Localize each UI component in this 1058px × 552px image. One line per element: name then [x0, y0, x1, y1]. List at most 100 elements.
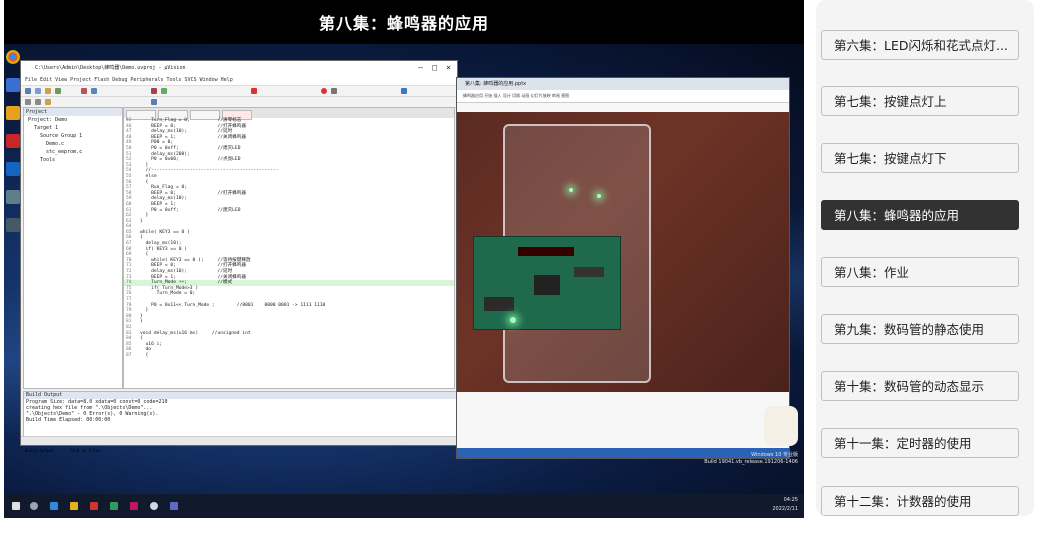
- playlist-item[interactable]: 第十二集：计数器的使用: [821, 486, 1019, 516]
- playlist-item[interactable]: 第七集：按键点灯上: [821, 86, 1019, 116]
- ide-status-bar: Build Output Find in Files: [21, 436, 457, 453]
- playlist-item[interactable]: 第十一集：定时器的使用: [821, 428, 1019, 458]
- maximize-icon[interactable]: □: [432, 61, 437, 75]
- code-text: delay_ms(10);: [140, 196, 188, 202]
- tree-item[interactable]: Project: Demo: [24, 116, 122, 124]
- toolbar-icon[interactable]: [401, 88, 407, 94]
- desktop-icons: [6, 50, 20, 246]
- app-icon[interactable]: [150, 502, 158, 510]
- app-icon: [6, 162, 20, 176]
- editor-tabs: [124, 108, 454, 120]
- wps-icon[interactable]: [90, 502, 98, 510]
- tree-item[interactable]: Tools: [24, 156, 122, 164]
- video-player[interactable]: 第八集：蜂鸣器的应用 C:\Users\Admin\Desktop\蜂鸣器\De…: [4, 0, 804, 518]
- project-pane-header: Project: [24, 108, 122, 116]
- video-title: 第八集：蜂鸣器的应用: [4, 0, 804, 44]
- code-text: delay_ms(10); //延时: [140, 129, 233, 135]
- code-text: {: [140, 252, 149, 258]
- code-editor[interactable]: 45 Turn_Flag = 0; //清零标志 46 BEEP = 0; //打…: [123, 107, 455, 389]
- search-icon[interactable]: [30, 502, 38, 510]
- code-text: Run_Flag = 0;: [140, 185, 188, 191]
- playlist-item[interactable]: 第八集：作业: [821, 257, 1019, 287]
- ide-toolbar: [21, 86, 457, 97]
- playlist-item[interactable]: 第九集：数码管的静态使用: [821, 314, 1019, 344]
- playlist-item[interactable]: 第十集：数码管的动态显示: [821, 371, 1019, 401]
- tree-item[interactable]: Source Group 1: [24, 132, 122, 140]
- code-text: {: [140, 352, 149, 358]
- ide-title: C:\Users\Admin\Desktop\蜂鸣器\Demo.uvproj -…: [35, 65, 186, 71]
- code-text: BEEP = 1;: [140, 201, 176, 207]
- toolbar-icon[interactable]: [55, 88, 61, 94]
- code-text: Turn_Mode ++; //模式: [140, 280, 233, 286]
- toolbar-icon[interactable]: [81, 88, 87, 94]
- app-icon[interactable]: [130, 502, 138, 510]
- code-text: {: [140, 235, 143, 241]
- toolbar-icon[interactable]: [151, 88, 157, 94]
- project-pane: Project Project: Demo Target 1 Source Gr…: [23, 107, 123, 389]
- toolbar-icon[interactable]: [91, 88, 97, 94]
- playlist-item[interactable]: 第七集：按键点灯下: [821, 143, 1019, 173]
- ide-menubar[interactable]: File Edit View Project Flash Debug Perip…: [21, 75, 457, 86]
- code-text: Turn_Flag = 0; //清零标志: [140, 118, 242, 123]
- code-text: }: [140, 218, 143, 224]
- keil-icon[interactable]: [110, 502, 118, 510]
- code-text: u16 i;: [140, 341, 163, 347]
- app-icon[interactable]: [170, 502, 178, 510]
- code-text: //--------------------------------------…: [140, 168, 279, 174]
- playlist-item[interactable]: 第六集：LED闪烁和花式点灯...: [821, 30, 1019, 60]
- toolbar-icon[interactable]: [45, 99, 51, 105]
- tree-item[interactable]: Demo.c: [24, 140, 122, 148]
- toolbar-icon[interactable]: [151, 99, 157, 105]
- edge-icon[interactable]: [50, 502, 58, 510]
- tree-item[interactable]: Target 1: [24, 124, 122, 132]
- power-led: [510, 317, 516, 323]
- toolbar-icon[interactable]: [251, 88, 257, 94]
- code-text: P00 = 0;: [140, 140, 174, 146]
- build-tab[interactable]: Build Output: [25, 448, 54, 453]
- ide-window: C:\Users\Admin\Desktop\蜂鸣器\Demo.uvproj -…: [20, 60, 458, 453]
- build-output-title: Build Output: [24, 392, 456, 399]
- toolbar-icon[interactable]: [331, 88, 337, 94]
- code-lines: 45 Turn_Flag = 0; //清零标志 46 BEEP = 0; //打…: [124, 118, 454, 359]
- app-icon: [6, 78, 20, 92]
- breakpoint-icon[interactable]: [321, 88, 327, 94]
- code-text: P0 = 0x11<< Turn_Mode ; //0001 0000 0001…: [140, 302, 326, 308]
- tree-item[interactable]: stc_eeprom.c: [24, 148, 122, 156]
- code-text: BEEP = 1; //关闭蜂鸣器: [140, 274, 246, 280]
- browser-tab[interactable]: 第八集: 蜂鸣器的应用.pptx: [457, 78, 789, 90]
- toolbar-icon[interactable]: [161, 88, 167, 94]
- browser-toolbar: 蜂鸣器应用 开始 插入 设计 切换 动画 幻灯片放映 审阅 视图: [457, 90, 789, 103]
- code-text: delay_ms(10);: [140, 241, 182, 247]
- find-tab[interactable]: Find in Files: [70, 448, 101, 453]
- start-icon[interactable]: [12, 502, 20, 510]
- code-text: }: [140, 308, 149, 314]
- dev-board: [473, 236, 621, 330]
- build-line: Build Time Elapsed: 00:00:00: [26, 417, 111, 423]
- code-text: BEEP = 0; //打开蜂鸣器: [140, 123, 246, 129]
- camera-feed: [457, 112, 789, 392]
- code-text: {: [140, 336, 143, 342]
- toolbar-icon[interactable]: [45, 88, 51, 94]
- close-icon[interactable]: ×: [446, 61, 451, 75]
- toolbar-icon[interactable]: [35, 88, 41, 94]
- toolbar-icon[interactable]: [35, 99, 41, 105]
- windows-watermark: Windows 10 专业版 Build 19041.vb_release.19…: [704, 452, 798, 465]
- taskbar-clock: 04:25 2022/2/11: [772, 497, 798, 512]
- code-line: 87 {: [124, 353, 454, 359]
- code-text: Turn_Mode = 0;: [140, 291, 196, 297]
- playlist-item-active[interactable]: 第八集：蜂鸣器的应用: [821, 200, 1019, 230]
- line-number: 87: [126, 352, 132, 358]
- code-text: if( KEY3 == 0 ): [140, 246, 188, 252]
- code-text: P0 = 0xff; //熄灭LED: [140, 145, 241, 151]
- toolbar-icon[interactable]: [25, 88, 31, 94]
- app-icon: [6, 218, 20, 232]
- toolbar-icon[interactable]: [25, 99, 31, 105]
- folder-icon: [6, 106, 20, 120]
- code-text: void delay_ms(u16 ms) //unsigned int: [140, 330, 251, 336]
- episode-playlist: 第六集：LED闪烁和花式点灯... 第七集：按键点灯上 第七集：按键点灯下 第八…: [816, 0, 1034, 516]
- build-output-pane: Build Output Program Size: data=8.0 xdat…: [23, 391, 457, 439]
- code-text: }: [140, 319, 143, 325]
- minimize-icon[interactable]: –: [418, 61, 423, 75]
- explorer-icon[interactable]: [70, 502, 78, 510]
- code-text: {: [140, 179, 149, 185]
